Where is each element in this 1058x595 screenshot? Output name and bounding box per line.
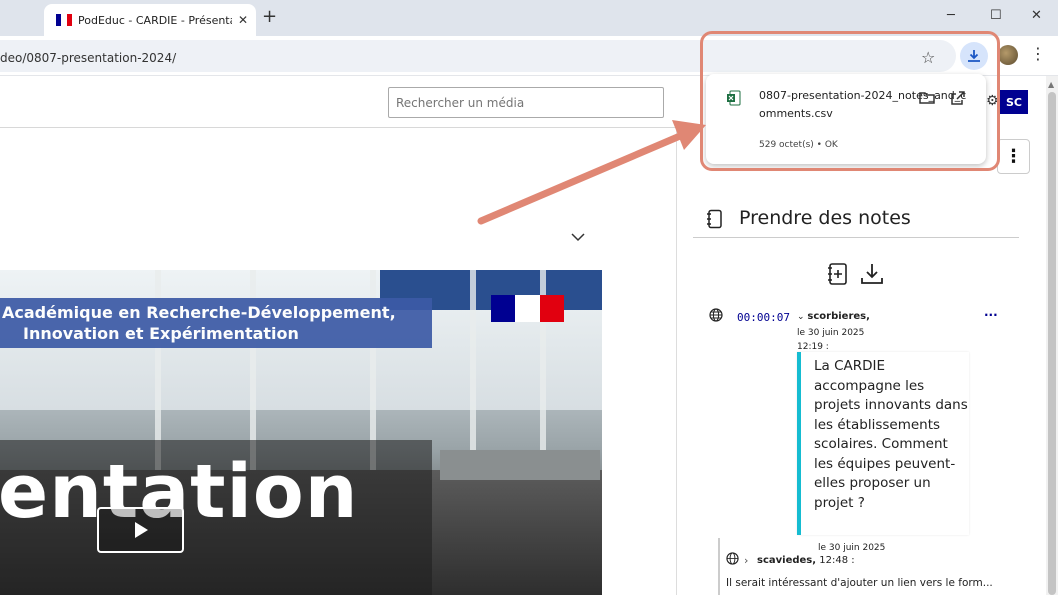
reply-time: 12:48 : <box>816 555 855 566</box>
reply-date: le 30 juin 2025 <box>818 543 886 553</box>
video-banner-line2: Innovation et Expérimentation <box>23 324 299 343</box>
play-button[interactable] <box>97 507 184 553</box>
download-notes-icon[interactable] <box>859 262 885 286</box>
tab-title: PodEduc - CARDIE - Présentatio <box>78 13 232 27</box>
site-favicon-icon <box>56 14 72 26</box>
scroll-up-icon[interactable]: ▲ <box>1048 80 1054 89</box>
url-text: deo/0807-presentation-2024/ <box>0 51 177 65</box>
chevron-down-icon[interactable] <box>570 232 586 242</box>
republique-logo <box>491 295 564 322</box>
note-options-button[interactable]: ··· <box>984 308 998 322</box>
video-banner: Académique en Recherche-Développement, I… <box>0 298 432 348</box>
panel-menu-button[interactable]: ⋮ <box>997 139 1030 174</box>
reply-text: Il serait intéressant d'ajouter un lien … <box>726 577 993 589</box>
notes-title: Prendre des notes <box>739 207 911 229</box>
globe-icon <box>709 308 723 322</box>
notes-divider <box>693 237 1019 238</box>
chevron-down-icon[interactable]: ⌄ <box>797 312 807 322</box>
search-input[interactable] <box>388 87 664 118</box>
maximize-button[interactable]: ☐ <box>990 8 1002 23</box>
new-tab-button[interactable]: + <box>262 6 277 27</box>
note-author: ⌄ scorbieres, <box>797 311 870 322</box>
browser-menu-icon[interactable]: ⋮ <box>1030 44 1046 63</box>
globe-icon <box>726 552 739 565</box>
notebook-icon <box>707 209 722 229</box>
video-banner-line1: Académique en Recherche-Développement, <box>2 303 396 322</box>
close-window-button[interactable]: ✕ <box>1031 8 1042 23</box>
reply-thread-line <box>718 538 720 595</box>
header-divider <box>0 127 676 128</box>
highlight-box <box>700 31 1000 171</box>
page-scrollbar[interactable]: ▲ <box>1046 76 1058 595</box>
note-date: le 30 juin 2025 12:19 : <box>797 326 864 354</box>
browser-tab[interactable]: PodEduc - CARDIE - Présentatio ✕ <box>44 4 256 36</box>
reply-author-name: scaviedes, <box>757 555 817 566</box>
note-text: La CARDIE accompagne les projets innovan… <box>797 352 969 535</box>
minimize-button[interactable]: ─ <box>947 8 955 23</box>
note-timestamp-link[interactable]: 00:00:07 <box>737 311 790 324</box>
chevron-right-icon[interactable]: › <box>744 554 748 567</box>
add-note-icon[interactable] <box>826 262 850 286</box>
reply-author: scaviedes, 12:48 : <box>757 555 855 566</box>
video-player[interactable]: Académique en Recherche-Développement, I… <box>0 270 602 595</box>
note-date-line1: le 30 juin 2025 <box>797 328 865 338</box>
profile-avatar[interactable] <box>998 45 1018 65</box>
user-avatar-button[interactable]: SC <box>1000 90 1028 114</box>
tab-close-icon[interactable]: ✕ <box>238 13 248 27</box>
scrollbar-thumb[interactable] <box>1048 92 1056 595</box>
play-icon <box>134 522 148 538</box>
note-author-name: scorbieres, <box>807 311 870 322</box>
